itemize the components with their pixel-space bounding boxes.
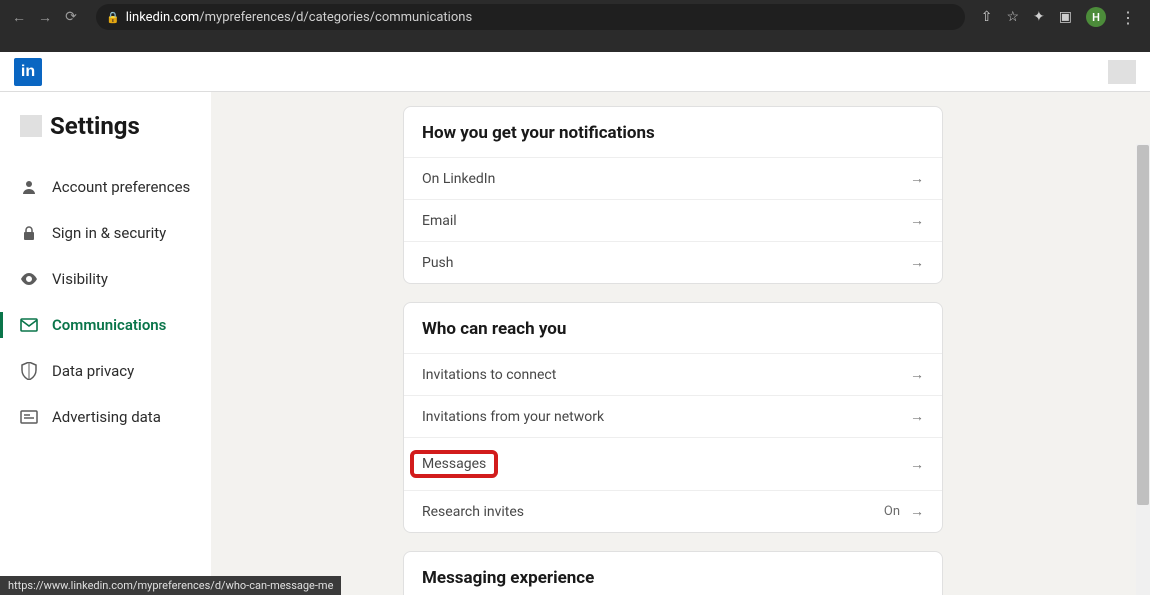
row-push[interactable]: Push → [404, 241, 942, 283]
browser-status-bar: https://www.linkedin.com/mypreferences/d… [0, 576, 341, 595]
chrome-actions: ⇧ ☆ ✦ ▣ H ⋮ [981, 7, 1136, 27]
sidebar-item-privacy[interactable]: Data privacy [20, 348, 211, 394]
row-status: On [884, 504, 900, 519]
arrow-right-icon: → [910, 366, 924, 383]
arrow-right-icon: → [910, 408, 924, 425]
title-icon-placeholder [20, 115, 42, 137]
row-label-highlighted: Messages [410, 450, 498, 478]
sidebar-nav: Account preferences Sign in & security V… [20, 164, 211, 440]
linkedin-logo[interactable]: in [14, 58, 42, 86]
page-title-row: Settings [20, 112, 211, 140]
ad-icon [20, 410, 38, 424]
section-title: How you get your notifications [404, 107, 942, 157]
sidebar-item-label: Account preferences [52, 178, 190, 196]
row-label: Push [422, 255, 454, 271]
sidebar-item-label: Advertising data [52, 408, 161, 426]
arrow-right-icon: → [910, 456, 924, 473]
sidebar-item-signin[interactable]: Sign in & security [20, 210, 211, 256]
sidebar-item-visibility[interactable]: Visibility [20, 256, 211, 302]
sidebar: Settings Account preferences Sign in & s… [0, 92, 211, 595]
arrow-right-icon: → [910, 254, 924, 271]
section-notifications: How you get your notifications On Linked… [403, 106, 943, 284]
page-title: Settings [50, 112, 140, 140]
row-label: Research invites [422, 504, 524, 520]
sidebar-item-account[interactable]: Account preferences [20, 164, 211, 210]
header-user-placeholder[interactable] [1108, 60, 1136, 84]
back-button[interactable]: ← [10, 9, 28, 26]
section-title: Who can reach you [404, 303, 942, 353]
browser-sub-bar [0, 34, 1150, 52]
person-icon [20, 179, 38, 195]
row-label: Email [422, 213, 457, 229]
section-title: Messaging experience [404, 552, 942, 595]
url-text: linkedin.com/mypreferences/d/categories/… [126, 10, 472, 25]
reload-button[interactable]: ⟳ [62, 9, 80, 25]
section-messaging-experience: Messaging experience Read receipts and t… [403, 551, 943, 595]
panel-icon[interactable]: ▣ [1059, 9, 1072, 25]
forward-button[interactable]: → [36, 9, 54, 26]
arrow-right-icon: → [910, 212, 924, 229]
arrow-right-icon: → [910, 503, 924, 520]
scrollbar-thumb[interactable] [1137, 145, 1149, 505]
page: Settings Account preferences Sign in & s… [0, 92, 1150, 595]
sidebar-item-advertising[interactable]: Advertising data [20, 394, 211, 440]
shield-icon [20, 362, 38, 380]
row-messages[interactable]: Messages → [404, 437, 942, 490]
sidebar-item-label: Communications [52, 316, 166, 334]
extensions-icon[interactable]: ✦ [1033, 9, 1045, 25]
menu-icon[interactable]: ⋮ [1120, 8, 1136, 27]
browser-toolbar: ← → ⟳ 🔒 linkedin.com/mypreferences/d/cat… [0, 0, 1150, 34]
share-icon[interactable]: ⇧ [981, 9, 993, 25]
section-reach-you: Who can reach you Invitations to connect… [403, 302, 943, 533]
vertical-scrollbar[interactable] [1136, 144, 1150, 595]
profile-avatar[interactable]: H [1086, 7, 1106, 27]
arrow-right-icon: → [910, 170, 924, 187]
lock-icon [20, 225, 38, 241]
sidebar-item-label: Sign in & security [52, 224, 166, 242]
mail-icon [20, 318, 38, 332]
content-area: How you get your notifications On Linked… [211, 92, 1150, 595]
row-on-linkedin[interactable]: On LinkedIn → [404, 157, 942, 199]
sidebar-item-label: Data privacy [52, 362, 134, 380]
sidebar-item-communications[interactable]: Communications [20, 302, 211, 348]
row-research-invites[interactable]: Research invites On → [404, 490, 942, 532]
row-label: Invitations from your network [422, 409, 604, 425]
star-icon[interactable]: ☆ [1006, 9, 1019, 25]
url-bar[interactable]: 🔒 linkedin.com/mypreferences/d/categorie… [96, 4, 965, 30]
sidebar-item-label: Visibility [52, 270, 108, 288]
app-header: in [0, 52, 1150, 92]
row-invitations-network[interactable]: Invitations from your network → [404, 395, 942, 437]
row-email[interactable]: Email → [404, 199, 942, 241]
row-label: On LinkedIn [422, 171, 495, 187]
eye-icon [20, 273, 38, 285]
row-invitations-connect[interactable]: Invitations to connect → [404, 353, 942, 395]
lock-icon: 🔒 [106, 11, 120, 24]
row-label: Invitations to connect [422, 367, 556, 383]
